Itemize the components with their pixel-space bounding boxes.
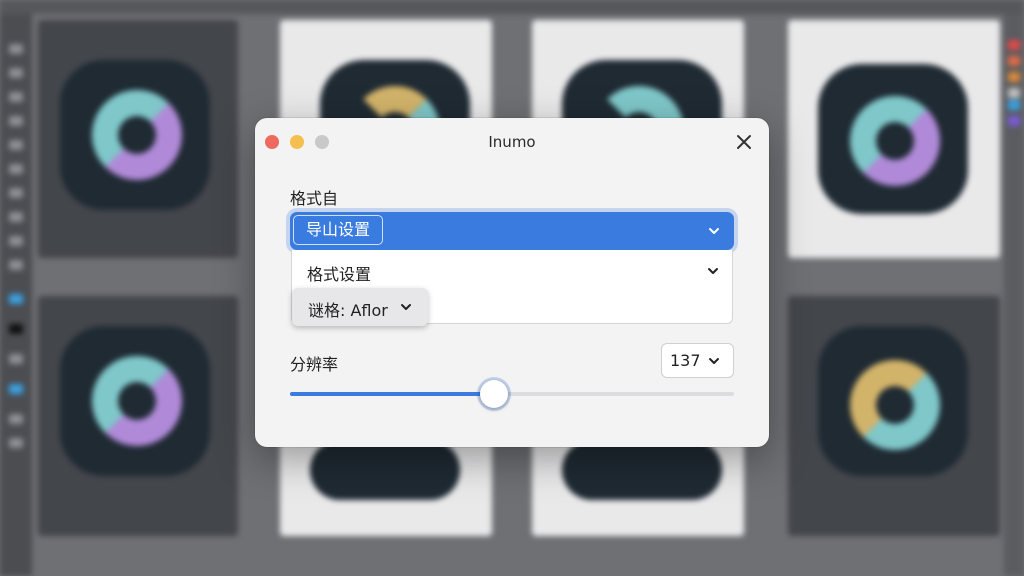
tool-icon [9, 164, 23, 174]
tool-icon [9, 92, 23, 102]
artboard [788, 296, 1000, 536]
tool-icon [9, 438, 23, 448]
tool-icon [9, 44, 23, 54]
app-icon-preview [310, 440, 460, 500]
right-panel-strip [1004, 14, 1024, 576]
tool-icon [9, 260, 23, 270]
tool-icon [9, 294, 23, 304]
chevron-down-icon [709, 228, 719, 234]
resolution-label: 分辨率 [290, 355, 339, 374]
close-icon [737, 135, 751, 149]
tool-icon [9, 116, 23, 126]
color-swatch [1008, 72, 1020, 82]
menu-item-format-settings[interactable]: 格式设置 [307, 261, 371, 285]
app-menubar [0, 0, 1024, 14]
tool-icon [9, 354, 23, 364]
tool-icon [9, 212, 23, 222]
logo-ring [850, 360, 940, 450]
color-swatch [1008, 40, 1020, 50]
color-swatch [1008, 116, 1020, 126]
export-settings-select[interactable]: 导山设置 [290, 212, 734, 250]
tool-icon [9, 236, 23, 246]
resolution-select[interactable]: 137 [661, 343, 734, 378]
tool-icon [9, 384, 23, 394]
export-settings-value: 导山设置 [293, 215, 384, 245]
artboard [38, 296, 238, 536]
logo-ring [92, 356, 182, 446]
tool-icon [9, 414, 23, 424]
chevron-down-icon [401, 304, 411, 310]
close-button[interactable] [733, 131, 755, 153]
format-label: 格式自 [290, 189, 339, 208]
chevron-down-icon [709, 358, 719, 364]
resolution-slider[interactable] [290, 392, 734, 396]
format-popover-select[interactable]: 谜格: Aflor [292, 288, 428, 326]
popover-label: 谜格: Aflor [308, 301, 388, 320]
tool-icon [9, 188, 23, 198]
tool-palette [0, 14, 32, 576]
color-swatch [1008, 88, 1020, 98]
tool-icon [9, 324, 23, 334]
app-icon-preview [562, 440, 722, 500]
tool-icon [9, 68, 23, 78]
artboard [532, 440, 744, 536]
resolution-value: 137 [670, 351, 701, 370]
artboard [280, 440, 492, 536]
color-swatch [1008, 56, 1020, 66]
color-swatch [1008, 100, 1020, 110]
chevron-down-icon[interactable] [706, 264, 720, 278]
dialog-title: Inumo [488, 133, 536, 151]
slider-fill [290, 392, 495, 396]
